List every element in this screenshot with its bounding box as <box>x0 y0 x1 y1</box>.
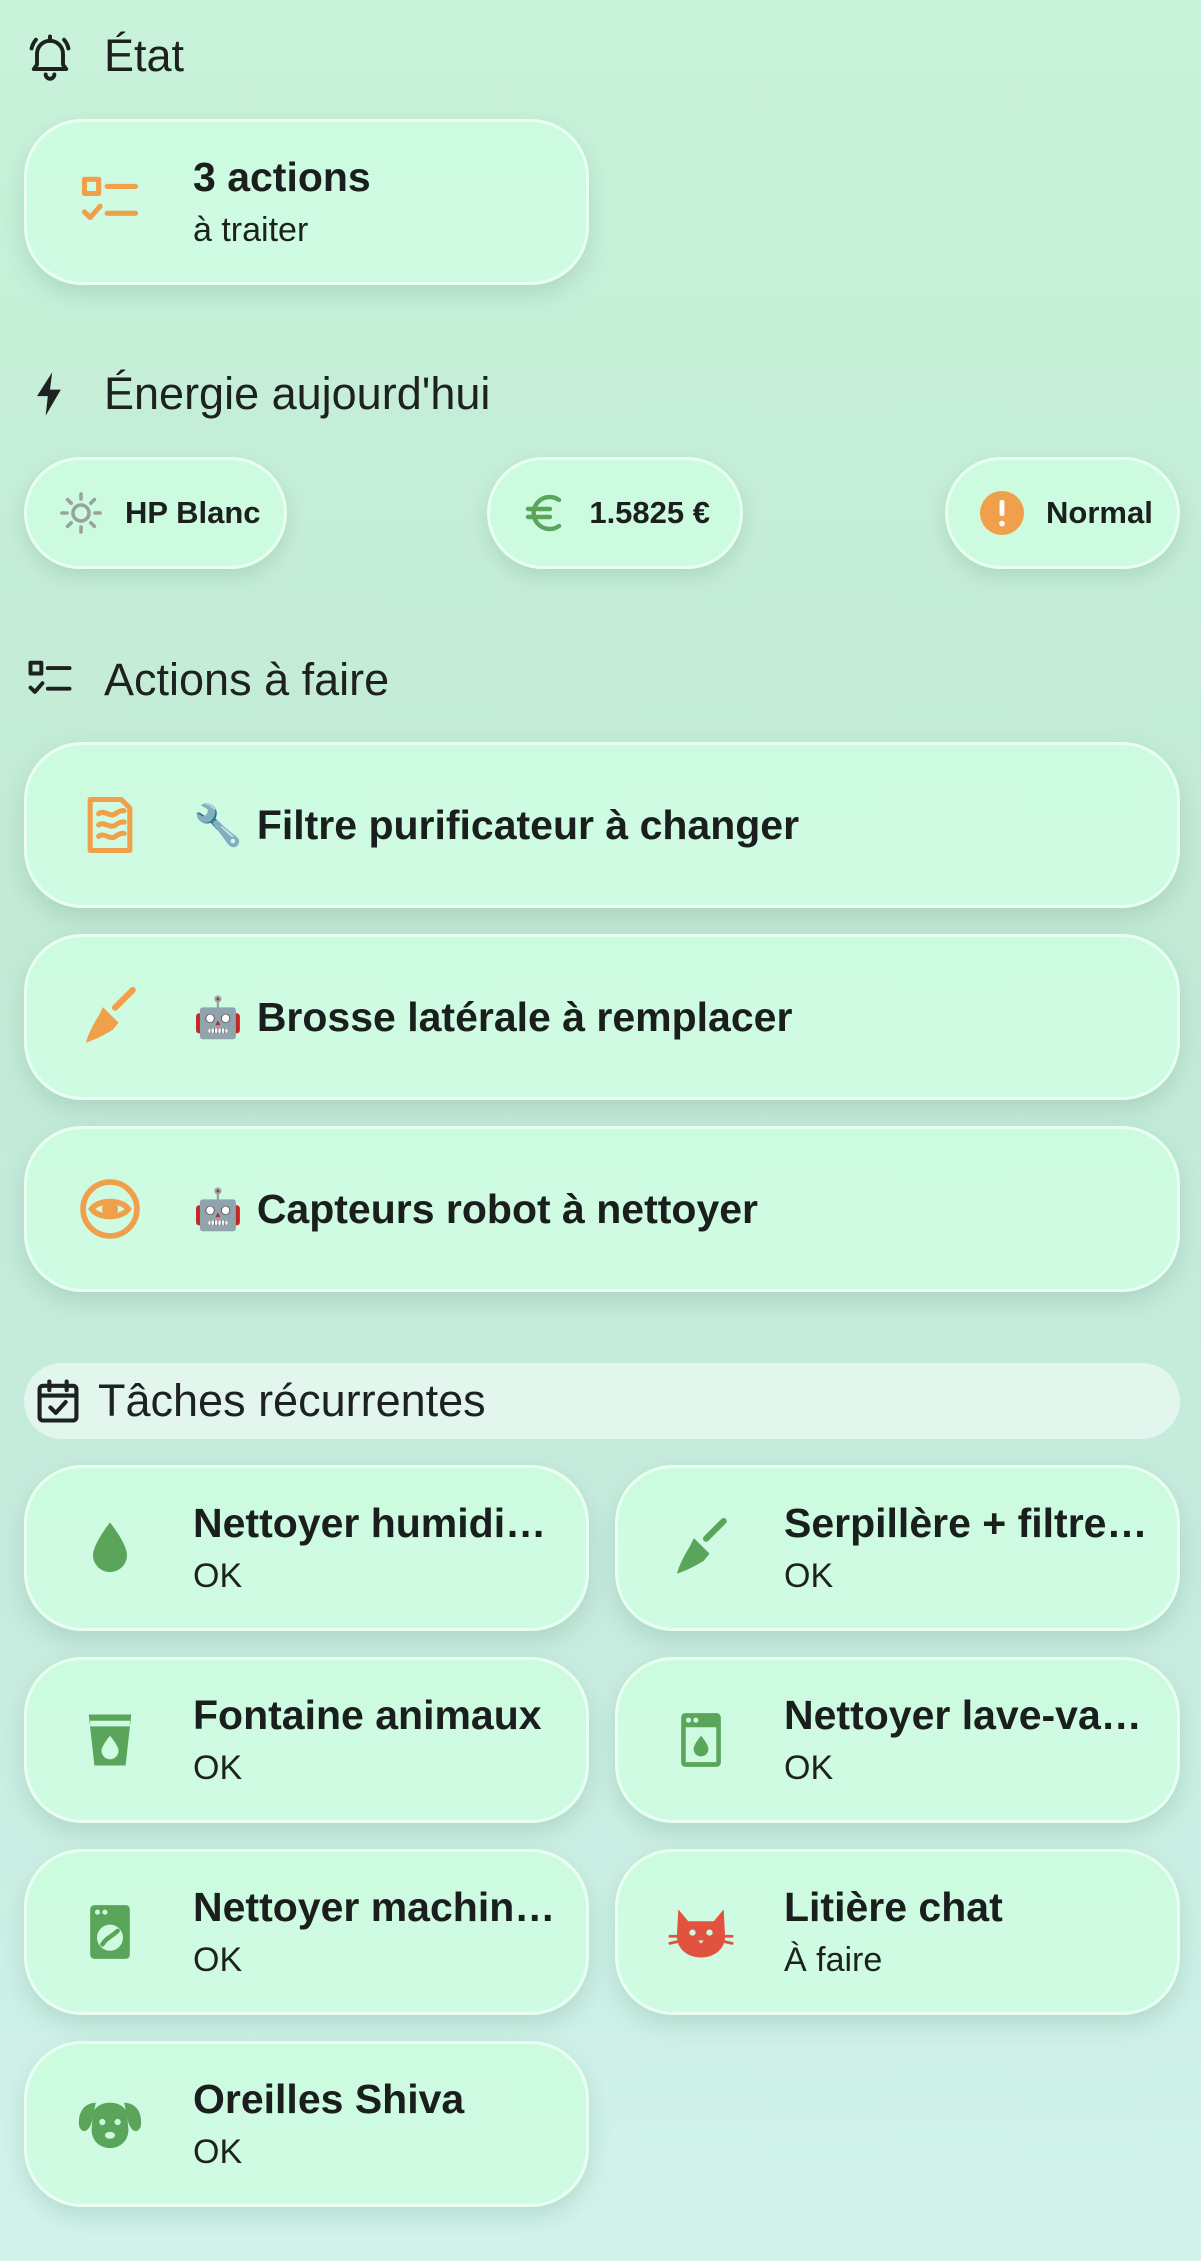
task-card[interactable]: Oreilles Shiva OK <box>24 2041 589 2207</box>
section-title-etat: État <box>24 16 184 96</box>
task-status: OK <box>193 1941 243 1979</box>
sun-icon <box>57 488 105 538</box>
section-title-label: État <box>104 30 185 81</box>
euro-icon <box>520 488 569 538</box>
tariff-label: HP Blanc <box>125 495 261 530</box>
cost-label: 1.5825 € <box>589 495 710 530</box>
action-label: Filtre purificateur à changer <box>256 801 800 848</box>
task-card[interactable]: Nettoyer machine à laver OK <box>24 1849 589 2015</box>
dog-icon <box>27 2044 193 2204</box>
task-card[interactable]: Nettoyer lave-vaisselle OK <box>615 1657 1180 1823</box>
bell-icon <box>24 16 104 96</box>
action-label: Capteurs robot à nettoyer <box>256 1185 759 1232</box>
section-title-energie: Énergie aujourd'hui <box>24 354 490 434</box>
section-title-actions: Actions à faire <box>24 640 389 720</box>
section-title-label: Énergie aujourd'hui <box>104 368 491 419</box>
water-drop-icon <box>27 1468 193 1628</box>
task-card[interactable]: Litière chat À faire <box>615 1849 1180 2015</box>
action-item[interactable]: 🤖 Capteurs robot à nettoyer <box>24 1126 1180 1292</box>
action-item[interactable]: 🔧 Filtre purificateur à changer <box>24 742 1180 908</box>
task-name: Oreilles Shiva <box>193 2076 465 2122</box>
cat-icon <box>618 1852 784 2012</box>
task-status: OK <box>784 1749 834 1787</box>
task-status: OK <box>784 1557 834 1595</box>
task-status: OK <box>193 1557 243 1595</box>
checklist-icon <box>24 640 104 720</box>
alert-circle-icon <box>978 488 1026 538</box>
checklist-icon <box>27 122 193 282</box>
section-title-label: Actions à faire <box>104 654 390 705</box>
calendar-check-icon <box>18 1361 98 1441</box>
action-item[interactable]: 🤖 Brosse latérale à remplacer <box>24 934 1180 1100</box>
section-title-label: Tâches récurrentes <box>98 1375 486 1426</box>
actions-count: 3 actions <box>193 154 371 200</box>
robot-emoji: 🤖 <box>193 995 243 1040</box>
robot-emoji: 🤖 <box>193 1187 243 1232</box>
actions-count-subtitle: à traiter <box>193 211 309 249</box>
actions-count-card[interactable]: 3 actions à traiter <box>24 119 589 285</box>
status-label: Normal <box>1046 495 1153 530</box>
broom-icon <box>618 1468 784 1628</box>
tariff-chip[interactable]: HP Blanc <box>24 457 287 569</box>
task-status: OK <box>193 2133 243 2171</box>
dishwasher-icon <box>618 1660 784 1820</box>
cost-chip[interactable]: 1.5825 € <box>487 457 743 569</box>
task-name: Nettoyer machine à laver <box>193 1884 558 1930</box>
lightning-bolt-icon <box>24 354 104 434</box>
task-name: Litière chat <box>784 1884 1003 1930</box>
wrench-emoji: 🔧 <box>193 803 243 848</box>
broom-icon <box>27 937 193 1097</box>
section-title-taches: Tâches récurrentes <box>24 1363 1180 1439</box>
action-label: Brosse latérale à remplacer <box>256 993 793 1040</box>
task-card[interactable]: Serpillère + filtre robot OK <box>615 1465 1180 1631</box>
task-name: Serpillère + filtre robot <box>784 1500 1149 1546</box>
task-name: Nettoyer humidificateur <box>193 1500 558 1546</box>
task-card[interactable]: Fontaine animaux OK <box>24 1657 589 1823</box>
task-status: À faire <box>784 1941 883 1979</box>
eye-icon <box>27 1129 193 1289</box>
task-status: OK <box>193 1749 243 1787</box>
air-filter-icon <box>27 745 193 905</box>
washing-machine-icon <box>27 1852 193 2012</box>
task-name: Nettoyer lave-vaisselle <box>784 1692 1149 1738</box>
status-chip[interactable]: Normal <box>945 457 1180 569</box>
task-card[interactable]: Nettoyer humidificateur OK <box>24 1465 589 1631</box>
cup-water-icon <box>27 1660 193 1820</box>
task-name: Fontaine animaux <box>193 1692 542 1738</box>
